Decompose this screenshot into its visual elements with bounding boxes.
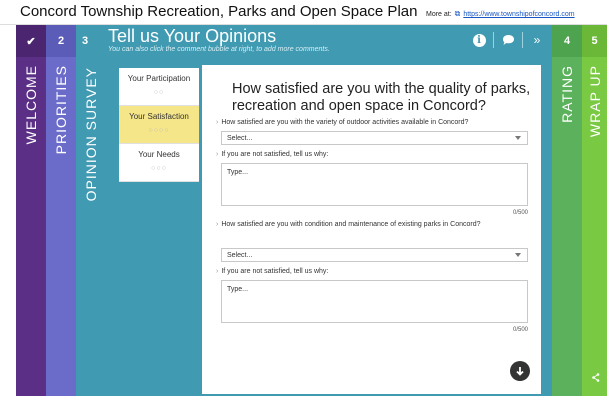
satisfaction-maintenance-select[interactable]: Select...: [221, 248, 528, 262]
step-welcome-number: ✔: [16, 25, 46, 57]
question-1: › How satisfied are you with the variety …: [216, 119, 536, 126]
progress-dots: ○○: [153, 89, 165, 96]
subnav-label: Your Needs: [138, 150, 180, 159]
subnav-item-participation[interactable]: Your Participation ○○: [119, 68, 199, 106]
char-counter: 0/500: [512, 327, 528, 333]
more-link[interactable]: https://www.townshipofconcord.com: [463, 11, 574, 18]
step-priorities[interactable]: 2 PRIORITIES: [46, 25, 76, 396]
divider: [522, 32, 523, 48]
question-2-text: How satisfied are you with condition and…: [221, 221, 481, 228]
next-icon[interactable]: »: [529, 32, 545, 48]
step-opinion-survey: 3 Tell us Your Opinions You can also cli…: [76, 25, 552, 396]
chevron-right-icon: ›: [216, 151, 219, 158]
satisfaction-variety-select[interactable]: Select...: [221, 131, 528, 145]
step-welcome[interactable]: ✔ WELCOME: [16, 25, 46, 396]
question-1-why: › If you are not satisfied, tell us why:: [216, 151, 536, 158]
maintenance-reason-textarea[interactable]: Type...: [221, 280, 528, 323]
step-survey-label: OPINION SURVEY: [83, 67, 99, 202]
comment-icon[interactable]: [500, 32, 516, 48]
step-rating-number: 4: [552, 25, 582, 57]
info-icon[interactable]: i: [471, 32, 487, 48]
survey-subnav: Your Participation ○○ Your Satisfaction …: [119, 68, 199, 182]
more-label: More at:: [426, 11, 452, 18]
survey-panel: How satisfied are you with the quality o…: [202, 65, 541, 394]
step-survey-number: 3: [82, 35, 89, 47]
step-priorities-label: PRIORITIES: [53, 65, 69, 155]
question-2-why-text: If you are not satisfied, tell us why:: [221, 268, 329, 275]
step-wrap-up-label: WRAP UP: [586, 65, 603, 138]
step-priorities-number: 2: [46, 25, 76, 57]
question-2-why: › If you are not satisfied, tell us why:: [216, 268, 536, 275]
external-link-icon: ⧉: [454, 9, 461, 18]
chevron-right-icon: ›: [216, 221, 219, 228]
more-info: More at: ⧉ https://www.townshipofconcord…: [426, 9, 575, 19]
app-title: Concord Township Recreation, Parks and O…: [20, 3, 418, 20]
question-title: How satisfied are you with the quality o…: [232, 81, 531, 114]
progress-dots: ○○○: [151, 165, 167, 172]
textarea-placeholder: Type...: [227, 286, 249, 293]
variety-reason-textarea[interactable]: Type...: [221, 163, 528, 206]
subnav-label: Your Satisfaction: [129, 112, 189, 121]
scroll-down-button[interactable]: [510, 361, 530, 381]
textarea-placeholder: Type...: [227, 169, 249, 176]
share-icon[interactable]: [592, 373, 600, 384]
progress-dots: ○○○○: [148, 127, 170, 134]
step-welcome-label: WELCOME: [23, 65, 39, 145]
subnav-item-satisfaction[interactable]: Your Satisfaction ○○○○: [119, 106, 199, 144]
select-value: Select...: [227, 135, 253, 142]
select-value: Select...: [227, 252, 253, 259]
divider: [493, 32, 494, 48]
survey-subtitle: You can also click the comment bubble at…: [108, 46, 330, 53]
survey-title: Tell us Your Opinions: [108, 26, 277, 46]
step-rating[interactable]: 4 RATING: [552, 25, 582, 396]
question-2: › How satisfied are you with condition an…: [216, 221, 536, 228]
step-wrap-up[interactable]: 5 WRAP UP: [582, 25, 607, 396]
question-1-text: How satisfied are you with the variety o…: [221, 119, 469, 126]
survey-header-actions: i »: [471, 32, 551, 48]
subnav-label: Your Participation: [127, 74, 191, 83]
step-wrap-up-number: 5: [582, 25, 607, 57]
chevron-down-icon: [515, 253, 521, 257]
chevron-down-icon: [515, 136, 521, 140]
subnav-item-needs[interactable]: Your Needs ○○○: [119, 144, 199, 182]
survey-header: 3 Tell us Your Opinions You can also cli…: [76, 25, 552, 57]
chevron-right-icon: ›: [216, 268, 219, 275]
step-rating-label: RATING: [559, 65, 575, 123]
top-bar: Concord Township Recreation, Parks and O…: [0, 0, 607, 25]
char-counter: 0/500: [512, 210, 528, 216]
chevron-right-icon: ›: [216, 119, 219, 126]
question-1-why-text: If you are not satisfied, tell us why:: [221, 151, 329, 158]
